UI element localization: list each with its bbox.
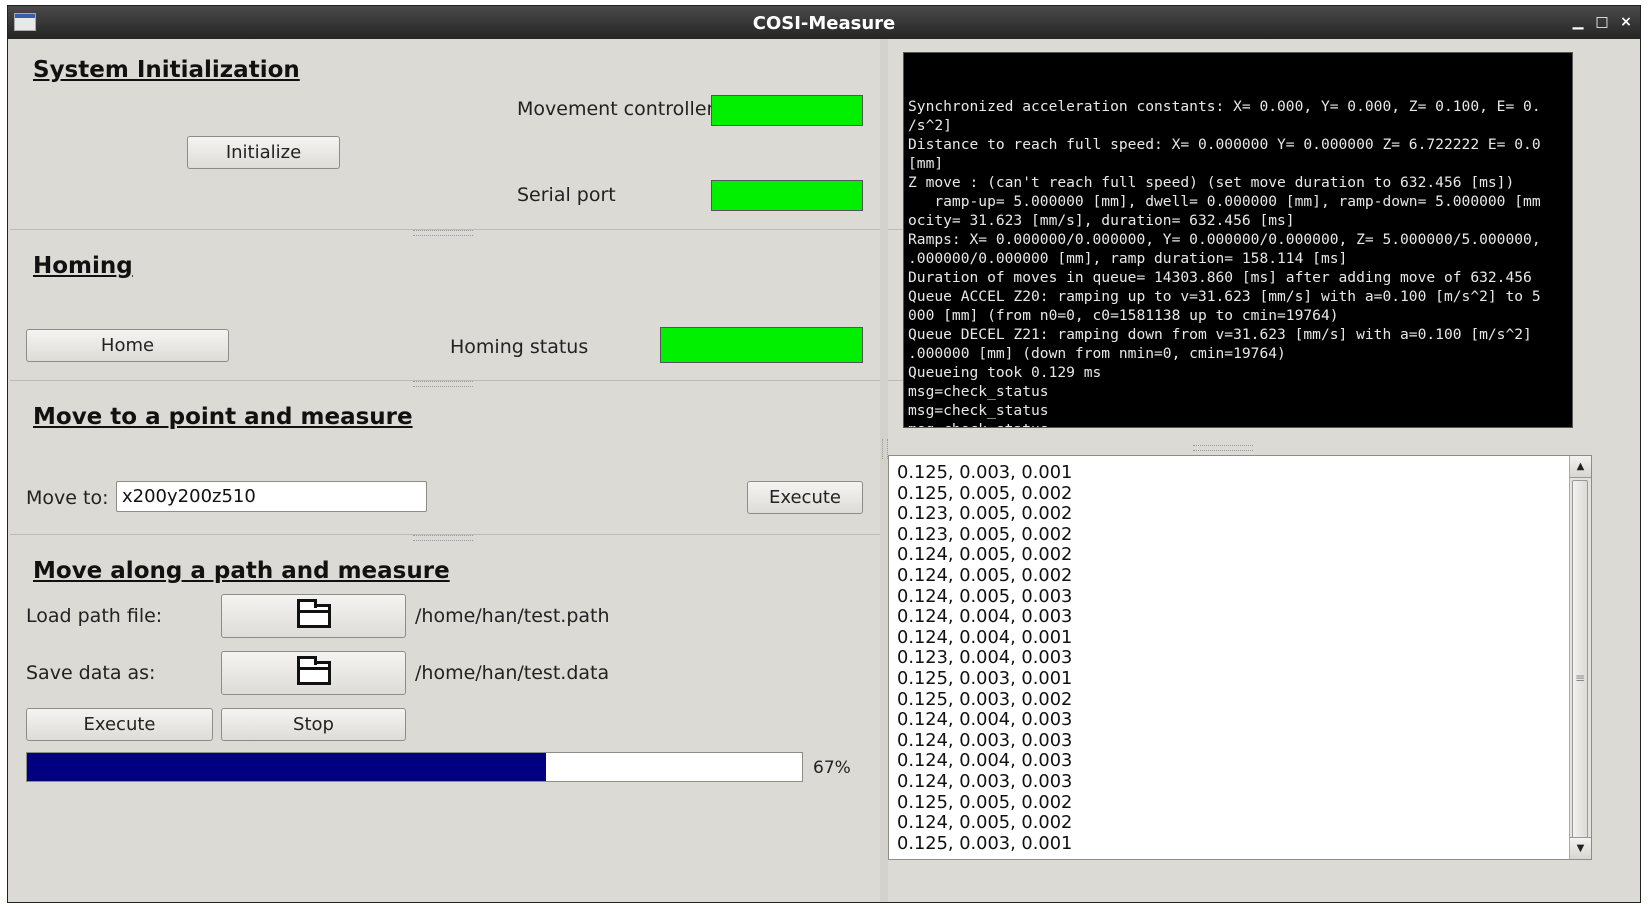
progress-bar: [26, 752, 803, 782]
maximize-icon[interactable]: □: [1594, 14, 1610, 30]
console-line: [mm]: [908, 155, 944, 172]
console-line: Queueing took 0.129 ms: [908, 364, 1102, 381]
move-to-point-title: Move to a point and measure: [33, 404, 413, 430]
data-row: 0.124, 0.003, 0.003: [897, 729, 1073, 751]
console-line: /s^2]: [908, 117, 952, 134]
splitter-handle[interactable]: [413, 381, 473, 387]
console-line: msg=check_status: [908, 420, 1568, 427]
console-line: Synchronized acceleration constants: X= …: [908, 98, 1541, 115]
move-to-label: Move to:: [26, 487, 109, 509]
data-row: 0.124, 0.005, 0.003: [897, 585, 1073, 607]
system-initialization-section: System Initialization Movement controlle…: [10, 39, 929, 229]
window-title: COSI-Measure: [752, 13, 896, 34]
splitter-handle[interactable]: [413, 535, 473, 541]
execute-point-button[interactable]: Execute: [747, 481, 863, 514]
home-button[interactable]: Home: [26, 329, 229, 362]
vertical-splitter[interactable]: [880, 39, 888, 902]
minimize-icon[interactable]: ▁: [1570, 14, 1586, 30]
save-data-button[interactable]: [221, 651, 406, 695]
data-row: 0.123, 0.004, 0.003: [897, 647, 1073, 669]
scroll-down-icon[interactable]: ▼: [1570, 837, 1591, 859]
homing-status-label: Homing status: [450, 336, 589, 358]
data-row: 0.124, 0.003, 0.003: [897, 770, 1073, 792]
data-row: 0.125, 0.003, 0.002: [897, 688, 1073, 710]
console-line: 000 [mm] (from n0=0, c0=1581138 up to cm…: [908, 307, 1339, 324]
folder-icon: [296, 599, 331, 628]
serial-port-label: Serial port: [517, 184, 616, 206]
console-line: ocity= 31.623 [mm/s], duration= 632.456 …: [908, 212, 1295, 229]
stop-button[interactable]: Stop: [221, 708, 406, 741]
load-path-button[interactable]: [221, 594, 406, 638]
movement-controller-label: Movement controller: [517, 98, 715, 120]
initialize-button[interactable]: Initialize: [187, 136, 340, 169]
console-line: .000000/0.000000 [mm], ramp duration= 15…: [908, 250, 1348, 267]
movement-controller-indicator: [711, 95, 863, 126]
data-row: 0.124, 0.004, 0.001: [897, 626, 1073, 648]
data-row: 0.124, 0.005, 0.002: [897, 564, 1073, 586]
data-row: 0.124, 0.004, 0.003: [897, 606, 1073, 628]
data-row: 0.123, 0.005, 0.002: [897, 503, 1073, 525]
homing-title: Homing: [33, 253, 133, 279]
move-to-point-section: Move to a point and measure Move to: Exe…: [10, 388, 929, 532]
scroll-thumb[interactable]: [1572, 480, 1588, 859]
execute-path-button[interactable]: Execute: [26, 708, 213, 741]
data-rows: 0.125, 0.003, 0.001 0.125, 0.005, 0.002 0.…: [897, 462, 1073, 854]
data-row: 0.125, 0.005, 0.002: [897, 791, 1073, 813]
data-row: 0.125, 0.003, 0.001: [897, 832, 1073, 854]
console-line: Distance to reach full speed: X= 0.00000…: [908, 136, 1541, 153]
serial-port-indicator: [711, 180, 863, 211]
console-line: Queue ACCEL Z20: ramping up to v=31.623 …: [908, 288, 1541, 305]
app-window: COSI-Measure ▁ □ × System Initialization…: [7, 5, 1641, 903]
console-line: msg=check_status: [908, 383, 1049, 400]
move-along-path-title: Move along a path and measure: [33, 558, 450, 584]
save-data-label: Save data as:: [26, 662, 156, 684]
progress-percent: 67%: [813, 758, 851, 778]
console-line: Queue DECEL Z21: ramping down from v=31.…: [908, 326, 1532, 343]
system-initialization-title: System Initialization: [33, 57, 300, 83]
console-line: .000000 [mm] (down from nmin=0, cmin=197…: [908, 345, 1286, 362]
progress-fill: [27, 753, 547, 781]
data-row: 0.125, 0.003, 0.001: [897, 462, 1073, 483]
console-line: Z move : (can't reach full speed) (set m…: [908, 174, 1515, 191]
splitter-handle[interactable]: [1193, 445, 1253, 451]
folder-icon: [296, 656, 331, 685]
save-data-value: /home/han/test.data: [415, 662, 610, 684]
homing-status-indicator: [660, 327, 863, 363]
load-path-label: Load path file:: [26, 605, 163, 627]
close-icon[interactable]: ×: [1618, 14, 1634, 30]
console-lines: Synchronized acceleration constants: X= …: [908, 97, 1568, 427]
title-bar[interactable]: COSI-Measure ▁ □ ×: [8, 6, 1640, 39]
console-line: ramp-up= 5.000000 [mm], dwell= 0.000000 …: [908, 193, 1541, 210]
data-scrollbar[interactable]: ▲ ▼: [1569, 456, 1591, 859]
load-path-value: /home/han/test.path: [415, 605, 610, 627]
scroll-up-icon[interactable]: ▲: [1570, 456, 1591, 478]
splitter-handle[interactable]: [413, 230, 473, 236]
data-row: 0.125, 0.003, 0.001: [897, 667, 1073, 689]
move-to-input[interactable]: [116, 481, 427, 512]
data-row: 0.124, 0.005, 0.002: [897, 812, 1073, 834]
console-output[interactable]: Synchronized acceleration constants: X= …: [903, 52, 1573, 428]
data-row: 0.123, 0.005, 0.002: [897, 523, 1073, 545]
data-row: 0.124, 0.004, 0.003: [897, 750, 1073, 772]
data-row: 0.124, 0.004, 0.003: [897, 709, 1073, 731]
data-row: 0.125, 0.005, 0.002: [897, 482, 1073, 504]
console-line: Duration of moves in queue= 14303.860 [m…: [908, 269, 1532, 286]
console-line: msg=check_status: [908, 402, 1049, 419]
homing-section: Homing Home Homing status: [10, 237, 929, 379]
console-line: Ramps: X= 0.000000/0.000000, Y= 0.000000…: [908, 231, 1541, 248]
data-row: 0.124, 0.005, 0.002: [897, 544, 1073, 566]
data-output-panel[interactable]: 0.125, 0.003, 0.001 0.125, 0.005, 0.002 0.…: [888, 455, 1592, 860]
